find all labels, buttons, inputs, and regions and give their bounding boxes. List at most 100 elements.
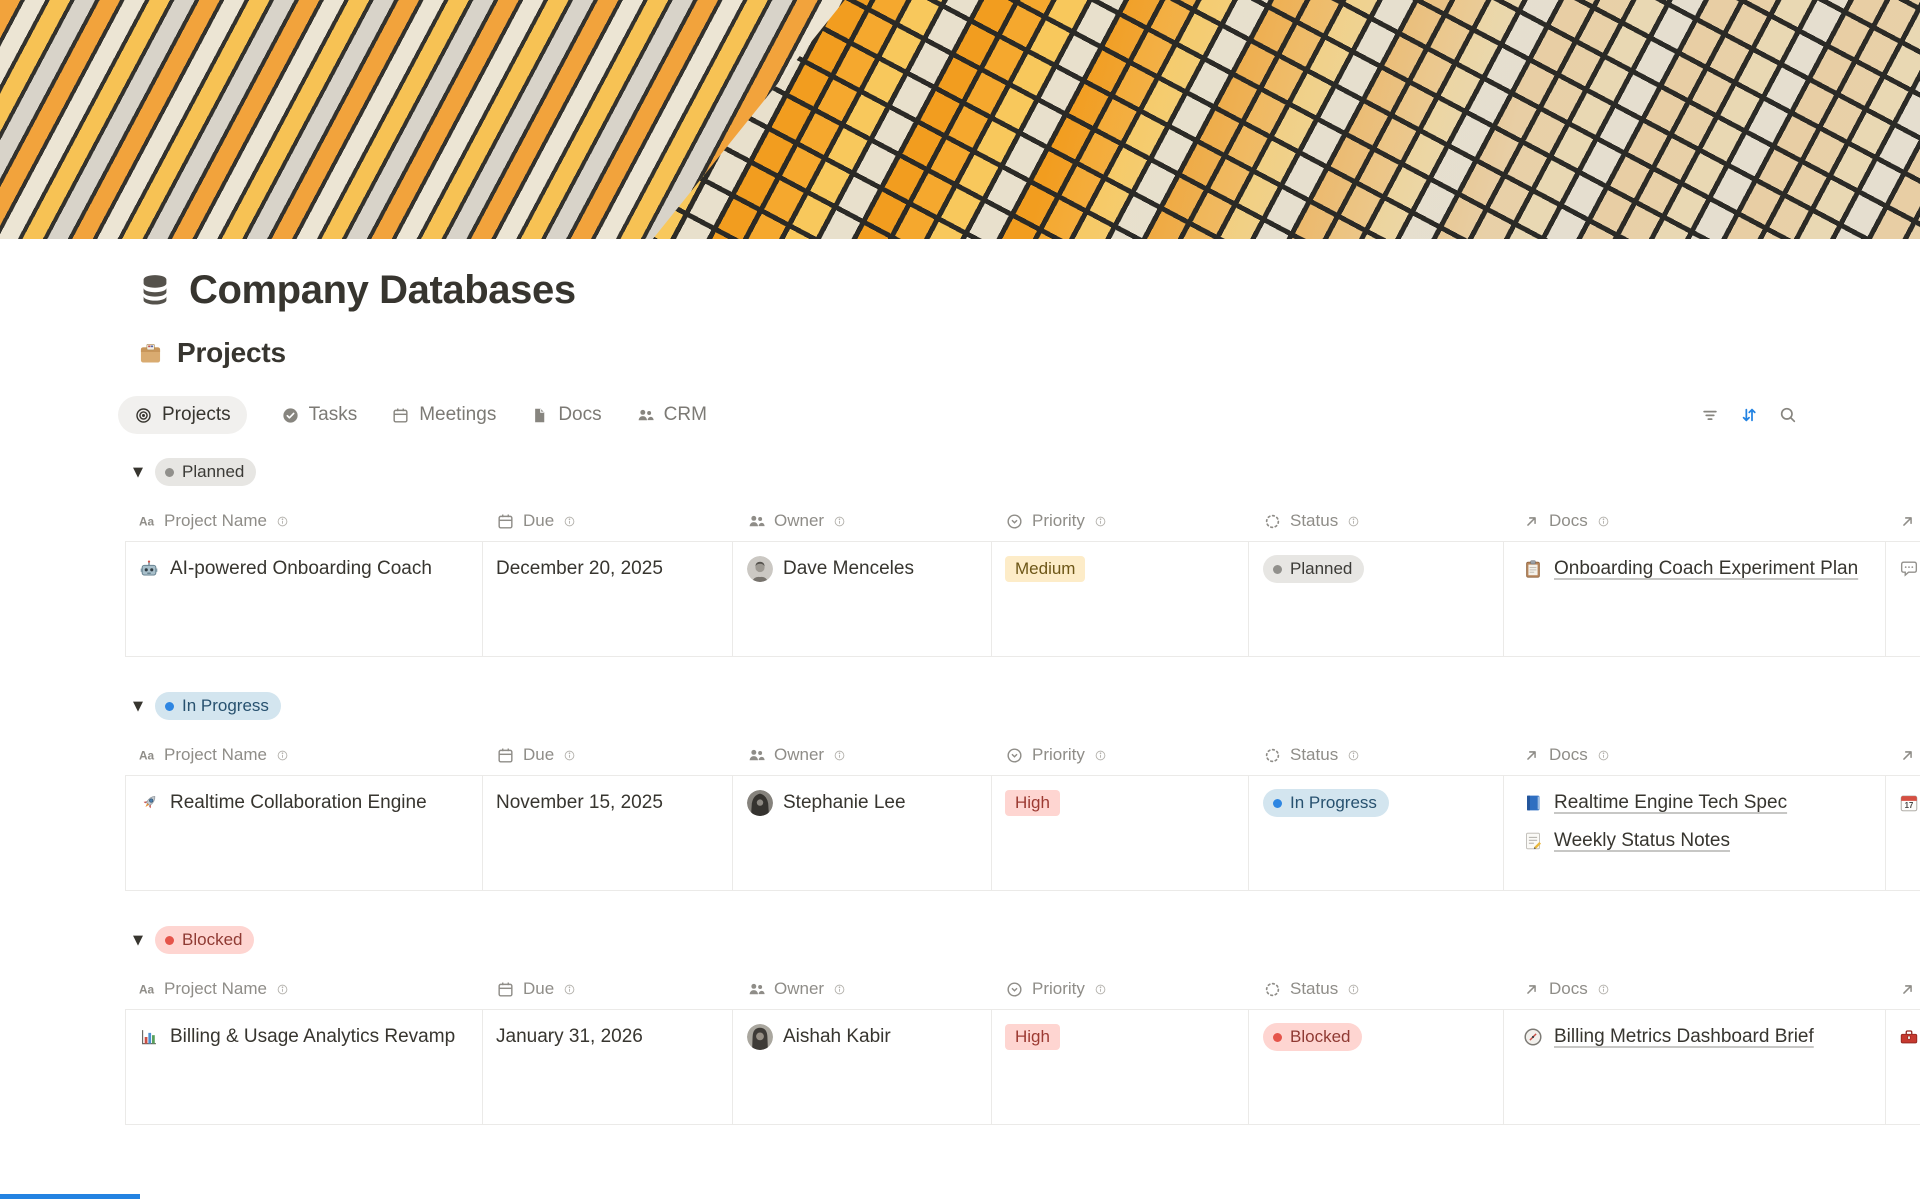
table-header-row: Project Name Due Owner Priority Status D… (125, 501, 1920, 541)
database-title-row: Projects (137, 335, 1920, 371)
column-header-due[interactable]: Due (483, 511, 733, 531)
column-header-relation[interactable] (1886, 746, 1920, 765)
table-row: AI-powered Onboarding Coach December 20,… (125, 541, 1920, 657)
filter-icon[interactable] (1700, 405, 1720, 425)
priority-cell[interactable]: High (992, 776, 1249, 890)
tab-label: Projects (162, 404, 231, 426)
collapse-triangle-icon[interactable]: ▼ (133, 465, 143, 480)
group-name: In Progress (182, 696, 269, 716)
info-icon (832, 982, 847, 997)
tab-tasks[interactable]: Tasks (281, 404, 358, 426)
column-header-docs[interactable]: Docs (1504, 979, 1886, 999)
group-status-badge[interactable]: In Progress (155, 692, 281, 720)
group-planned: ▼ Planned Project Name Due Owner Priorit… (125, 455, 1920, 657)
column-header-docs[interactable]: Docs (1504, 511, 1886, 531)
project-name-cell[interactable]: AI-powered Onboarding Coach (125, 542, 483, 656)
due-date: November 15, 2025 (496, 792, 663, 814)
project-name-cell[interactable]: Billing & Usage Analytics Revamp (125, 1010, 483, 1124)
column-header-status[interactable]: Status (1249, 511, 1504, 531)
priority-cell[interactable]: Medium (992, 542, 1249, 656)
due-date: December 20, 2025 (496, 558, 663, 580)
tab-projects[interactable]: Projects (118, 396, 247, 434)
due-cell[interactable]: January 31, 2026 (483, 1010, 733, 1124)
column-header-priority[interactable]: Priority (992, 979, 1249, 999)
status-cell[interactable]: Blocked (1249, 1010, 1504, 1124)
relation-cell[interactable]: 17 (1886, 776, 1920, 890)
due-date: January 31, 2026 (496, 1026, 643, 1048)
card-box-icon (137, 340, 164, 367)
status-dot (1273, 799, 1282, 808)
column-header-relation[interactable] (1886, 512, 1920, 531)
relation-cell[interactable] (1886, 1010, 1920, 1124)
column-header-due[interactable]: Due (483, 979, 733, 999)
group-blocked: ▼ Blocked Project Name Due Owner Priorit… (125, 923, 1920, 1125)
column-header-owner[interactable]: Owner (733, 979, 992, 999)
info-icon (275, 982, 290, 997)
table-header-row: Project Name Due Owner Priority Status D… (125, 969, 1920, 1009)
column-header-project-name[interactable]: Project Name (125, 511, 483, 531)
cover-grid-pattern (0, 0, 1920, 239)
status-cell[interactable]: Planned (1249, 542, 1504, 656)
calendar-icon (496, 746, 515, 765)
info-icon (1596, 514, 1611, 529)
arrow-up-right-icon (1522, 746, 1541, 765)
status-cell[interactable]: In Progress (1249, 776, 1504, 890)
info-icon (1093, 982, 1108, 997)
calendar-icon (496, 980, 515, 999)
owner-name: Stephanie Lee (783, 792, 906, 814)
info-icon (832, 514, 847, 529)
group-status-badge[interactable]: Planned (155, 458, 256, 486)
status-dot (1273, 565, 1282, 574)
priority-cell[interactable]: High (992, 1010, 1249, 1124)
owner-cell[interactable]: Aishah Kabir (733, 1010, 992, 1124)
column-header-status[interactable]: Status (1249, 745, 1504, 765)
priority-badge: High (1005, 790, 1060, 816)
owner-cell[interactable]: Dave Menceles (733, 542, 992, 656)
tab-label: CRM (664, 404, 707, 426)
due-cell[interactable]: November 15, 2025 (483, 776, 733, 890)
text-aa-icon (137, 512, 156, 531)
tab-crm[interactable]: CRM (636, 404, 707, 426)
notion-page: Company Databases Projects Projects Task… (0, 0, 1920, 1199)
sort-icon[interactable] (1739, 405, 1759, 425)
info-icon (1346, 514, 1361, 529)
info-icon (1346, 982, 1361, 997)
column-header-status[interactable]: Status (1249, 979, 1504, 999)
due-cell[interactable]: December 20, 2025 (483, 542, 733, 656)
arrow-up-right-icon (1898, 512, 1917, 531)
database-icon (137, 272, 173, 308)
tab-docs[interactable]: Docs (530, 404, 601, 426)
column-header-owner[interactable]: Owner (733, 511, 992, 531)
horizontal-scrollbar-thumb[interactable] (0, 1194, 140, 1199)
column-header-project-name[interactable]: Project Name (125, 745, 483, 765)
column-header-docs[interactable]: Docs (1504, 745, 1886, 765)
doc-link[interactable]: Onboarding Coach Experiment Plan (1554, 558, 1858, 580)
status-dot (165, 468, 174, 477)
calendar-icon (496, 512, 515, 531)
collapse-triangle-icon[interactable]: ▼ (133, 933, 143, 948)
column-header-relation[interactable] (1886, 980, 1920, 999)
column-header-due[interactable]: Due (483, 745, 733, 765)
group-status-badge[interactable]: Blocked (155, 926, 254, 954)
doc-link[interactable]: Billing Metrics Dashboard Brief (1554, 1026, 1814, 1048)
doc-link[interactable]: Realtime Engine Tech Spec (1554, 792, 1787, 814)
group-header: ▼ In Progress (133, 689, 1920, 723)
doc-link[interactable]: Weekly Status Notes (1554, 830, 1730, 852)
column-header-owner[interactable]: Owner (733, 745, 992, 765)
tab-meetings[interactable]: Meetings (391, 404, 496, 426)
column-header-project-name[interactable]: Project Name (125, 979, 483, 999)
project-name: Billing & Usage Analytics Revamp (170, 1026, 455, 1048)
column-header-priority[interactable]: Priority (992, 511, 1249, 531)
collapse-triangle-icon[interactable]: ▼ (133, 699, 143, 714)
column-header-priority[interactable]: Priority (992, 745, 1249, 765)
text-aa-icon (137, 980, 156, 999)
check-circle-icon (281, 406, 300, 425)
search-icon[interactable] (1778, 405, 1798, 425)
relation-cell[interactable] (1886, 542, 1920, 656)
info-icon (275, 748, 290, 763)
status-badge: Blocked (1263, 1023, 1362, 1051)
project-name-cell[interactable]: Realtime Collaboration Engine (125, 776, 483, 890)
owner-cell[interactable]: Stephanie Lee (733, 776, 992, 890)
circle-chevron-icon (1005, 746, 1024, 765)
robot-icon (138, 558, 160, 580)
